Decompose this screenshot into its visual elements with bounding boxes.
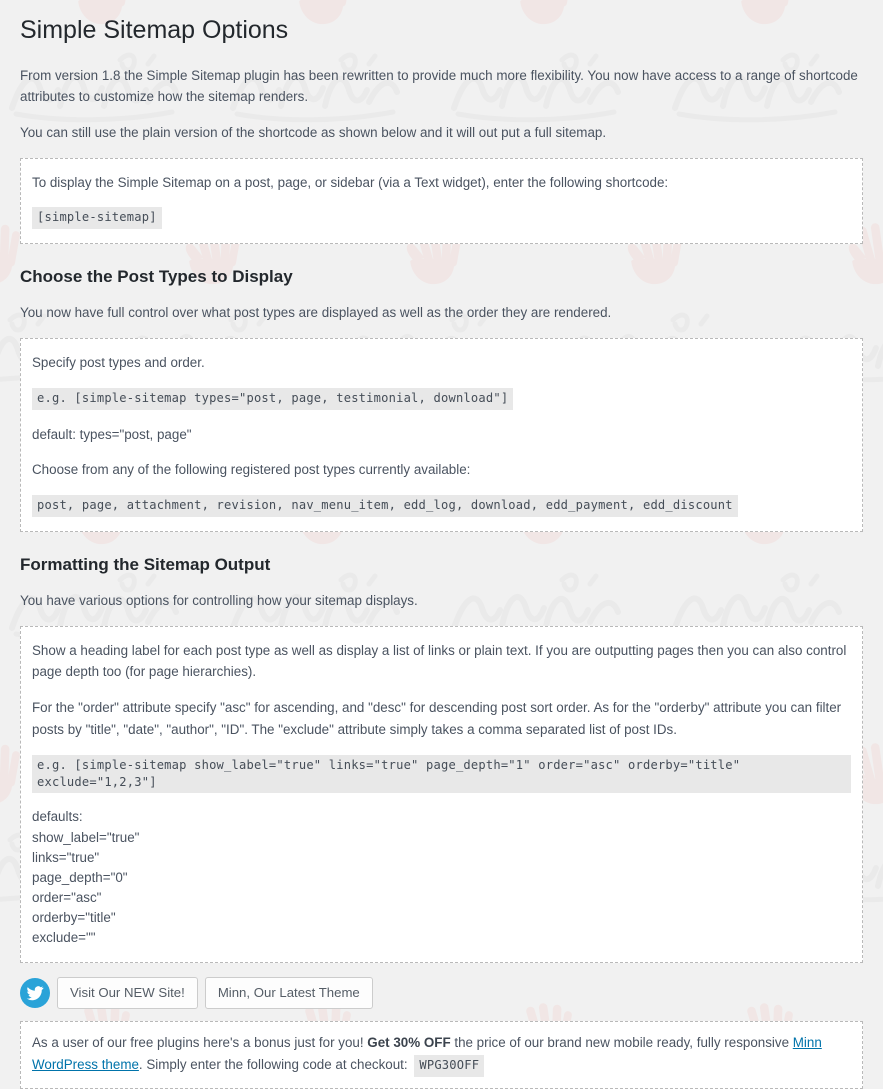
options-page: Simple Sitemap Options From version 1.8 … bbox=[0, 0, 883, 1089]
twitter-bird-icon[interactable] bbox=[20, 978, 50, 1009]
promo-banner: As a user of our free plugins here's a b… bbox=[20, 1021, 863, 1089]
post-types-available-code[interactable]: post, page, attachment, revision, nav_me… bbox=[32, 495, 738, 517]
defaults-label: defaults: bbox=[32, 809, 83, 825]
post-types-available-row: post, page, attachment, revision, nav_me… bbox=[32, 495, 851, 517]
basic-shortcode-code[interactable]: [simple-sitemap] bbox=[32, 207, 162, 230]
promo-coupon-code[interactable]: WPG30OFF bbox=[414, 1054, 485, 1077]
formatting-paragraph-1: Show a heading label for each post type … bbox=[32, 642, 847, 680]
action-bar: Visit Our NEW Site! Minn, Our Latest The… bbox=[20, 977, 863, 1010]
post-types-available-intro: Choose from any of the following registe… bbox=[32, 462, 471, 478]
post-types-example-row: e.g. [simple-sitemap types="post, page, … bbox=[32, 387, 851, 410]
basic-shortcode-description: To display the Simple Sitemap on a post,… bbox=[32, 174, 669, 190]
promo-text-start: As a user of our free plugins here's a b… bbox=[32, 1035, 368, 1051]
post-types-panel: Specify post types and order. e.g. [simp… bbox=[20, 338, 863, 532]
post-types-heading: Choose the Post Types to Display bbox=[20, 267, 293, 287]
basic-shortcode-panel: To display the Simple Sitemap on a post,… bbox=[20, 157, 863, 245]
promo-offer: Get 30% OFF bbox=[367, 1035, 451, 1051]
default-orderby: orderby="title" bbox=[32, 909, 116, 925]
promo-text-end: . Simply enter the following code at che… bbox=[138, 1056, 412, 1072]
default-exclude: exclude="" bbox=[32, 930, 96, 945]
default-order: order="asc" bbox=[32, 889, 102, 905]
default-links: links="true" bbox=[32, 849, 100, 865]
formatting-panel: Show a heading label for each post type … bbox=[20, 625, 863, 964]
formatting-example-row: e.g. [simple-sitemap show_label="true" l… bbox=[32, 754, 851, 794]
default-show-label: show_label="true" bbox=[32, 829, 140, 845]
formatting-description: You have various options for controlling… bbox=[20, 593, 418, 609]
formatting-heading: Formatting the Sitemap Output bbox=[20, 554, 271, 574]
post-types-default: default: types="post, page" bbox=[32, 426, 192, 442]
page-title: Simple Sitemap Options bbox=[20, 16, 289, 44]
post-types-description: You now have full control over what post… bbox=[20, 305, 612, 321]
visit-new-site-button[interactable]: Visit Our NEW Site! bbox=[57, 977, 198, 1010]
formatting-defaults-block: defaults: show_label="true" links="true"… bbox=[32, 807, 851, 948]
minn-theme-button[interactable]: Minn, Our Latest Theme bbox=[204, 977, 373, 1010]
promo-text-middle: the price of our brand new mobile ready,… bbox=[450, 1035, 793, 1051]
intro-paragraph-1: From version 1.8 the Simple Sitemap plug… bbox=[20, 67, 858, 105]
basic-shortcode-code-row: [simple-sitemap] bbox=[32, 207, 851, 230]
post-types-specify-line: Specify post types and order. bbox=[32, 355, 205, 371]
intro-paragraph-2: You can still use the plain version of t… bbox=[20, 124, 607, 140]
post-types-example-code[interactable]: e.g. [simple-sitemap types="post, page, … bbox=[32, 387, 514, 410]
default-page-depth: page_depth="0" bbox=[32, 869, 128, 885]
formatting-example-code[interactable]: e.g. [simple-sitemap show_label="true" l… bbox=[32, 754, 851, 794]
formatting-paragraph-2: For the "order" attribute specify "asc" … bbox=[32, 700, 842, 737]
